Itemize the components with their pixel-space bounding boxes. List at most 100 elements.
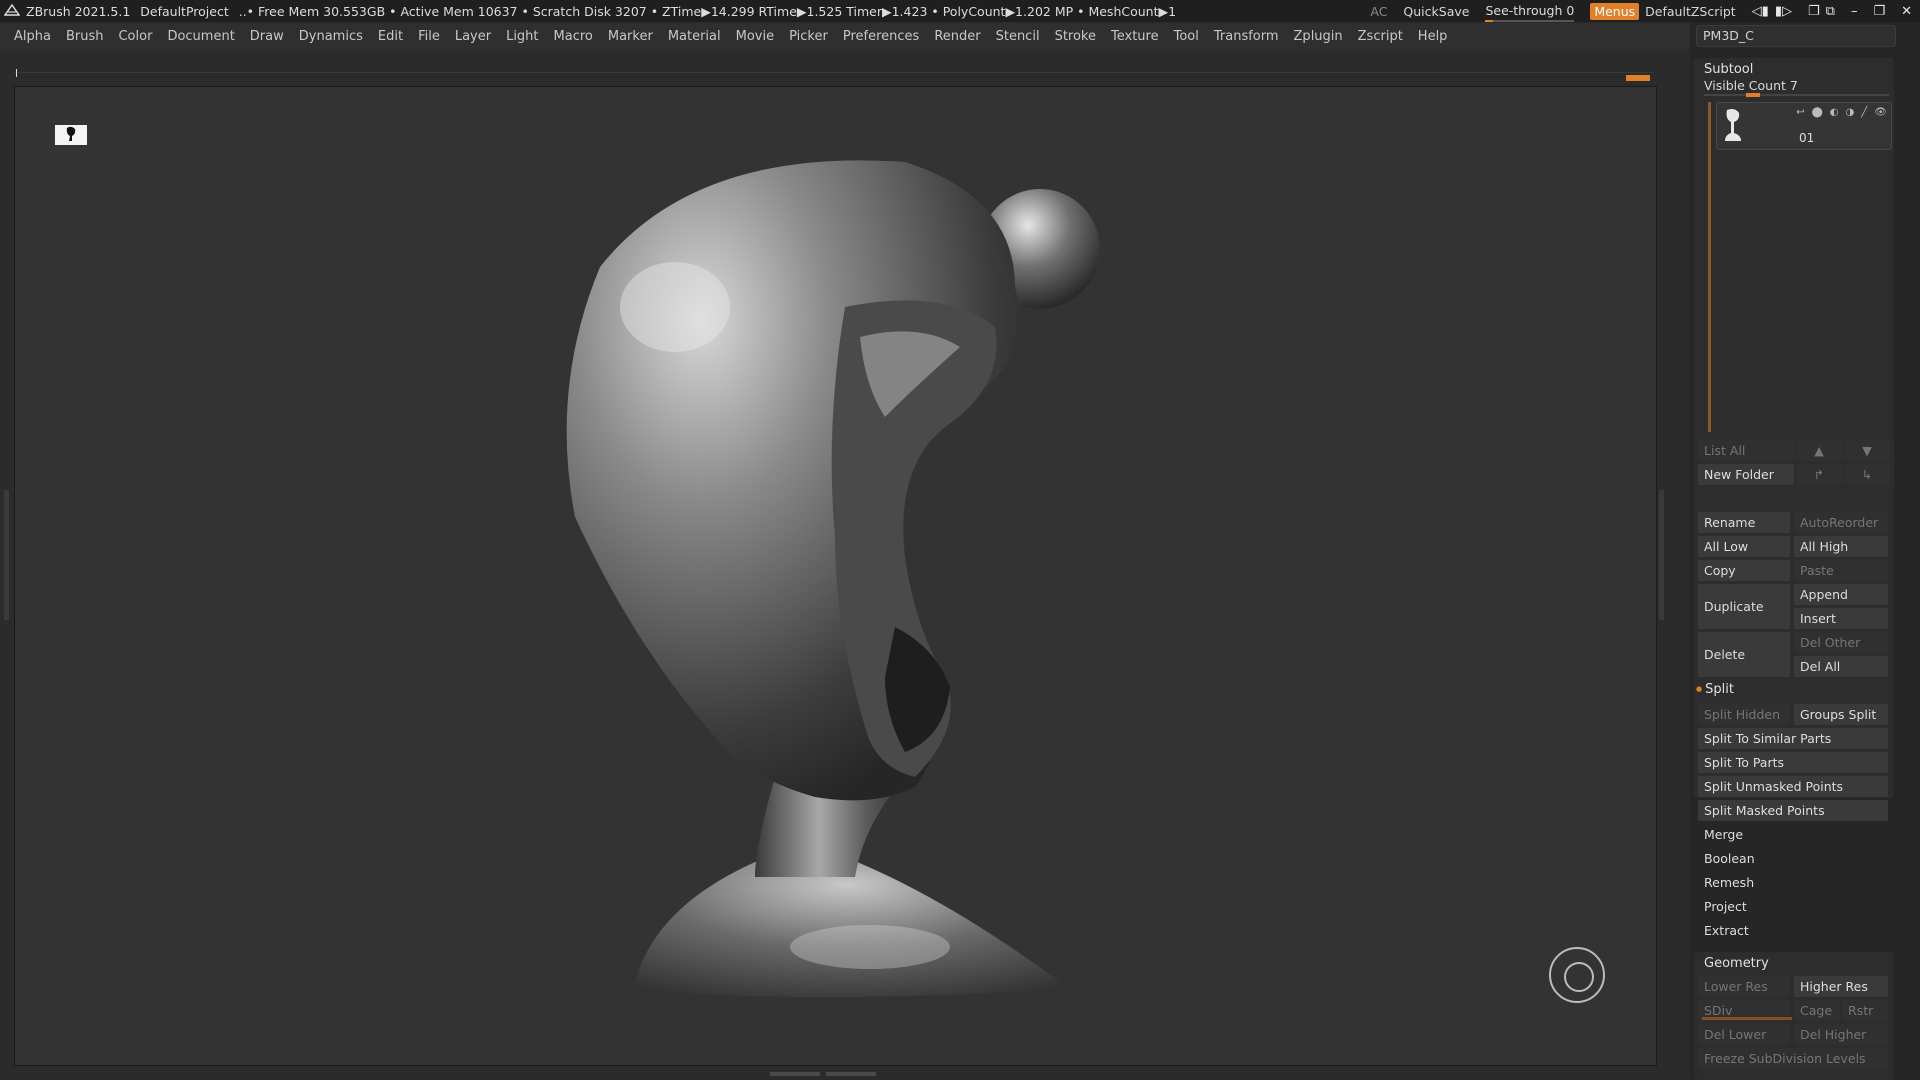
subtool-arrow-icon[interactable]: ↩ (1796, 107, 1804, 118)
menu-dynamics[interactable]: Dynamics (299, 29, 363, 44)
menus-toggle[interactable]: Menus (1590, 2, 1640, 20)
folder-in-icon[interactable]: ↱ (1796, 464, 1842, 485)
split-unmasked-button[interactable]: Split Unmasked Points (1698, 776, 1888, 797)
eye-icon[interactable]: 👁 (1874, 107, 1887, 118)
menu-edit[interactable]: Edit (378, 29, 403, 44)
menu-tool[interactable]: Tool (1174, 29, 1199, 44)
merge-header[interactable]: Merge (1698, 824, 1888, 845)
menu-render[interactable]: Render (934, 29, 980, 44)
panels-icon[interactable]: ⧉ (1826, 4, 1835, 19)
menu-preferences[interactable]: Preferences (843, 29, 919, 44)
del-lower-button[interactable]: Del Lower (1698, 1024, 1790, 1045)
menu-light[interactable]: Light (506, 29, 538, 44)
duplicate-button[interactable]: Duplicate (1698, 584, 1790, 629)
insert-button[interactable]: Insert (1794, 608, 1888, 629)
groups-split-button[interactable]: Groups Split (1794, 704, 1888, 725)
split-similar-parts-button[interactable]: Split To Similar Parts (1698, 728, 1888, 749)
ac-toggle[interactable]: AC (1370, 4, 1387, 19)
rstr-button[interactable]: Rstr (1842, 1000, 1888, 1021)
default-zscript[interactable]: DefaultZScript (1645, 4, 1736, 19)
menu-macro[interactable]: Macro (554, 29, 593, 44)
split-hidden-button[interactable]: Split Hidden (1698, 704, 1790, 725)
remesh-header[interactable]: Remesh (1698, 872, 1888, 893)
sdiv-slider-fill (1702, 1017, 1792, 1020)
menu-draw[interactable]: Draw (250, 29, 284, 44)
split-header[interactable]: Split (1696, 682, 1734, 697)
project-header[interactable]: Project (1698, 896, 1888, 917)
timeline-track[interactable] (14, 69, 1654, 82)
restore-panels-icon[interactable]: ❐ (1808, 4, 1820, 19)
timeline-orange-marker[interactable] (1626, 75, 1650, 81)
split-to-parts-button[interactable]: Split To Parts (1698, 752, 1888, 773)
menu-alpha[interactable]: Alpha (14, 29, 51, 44)
visible-count-slider[interactable] (1704, 93, 1889, 97)
paste-button[interactable]: Paste (1794, 560, 1888, 581)
stats-readout: ..• Free Mem 30.553GB • Active Mem 10637… (238, 3, 1177, 19)
menu-stroke[interactable]: Stroke (1055, 29, 1096, 44)
del-other-button[interactable]: Del Other (1794, 632, 1888, 653)
new-folder-button[interactable]: New Folder (1698, 464, 1794, 485)
menu-document[interactable]: Document (167, 29, 234, 44)
boolean-header[interactable]: Boolean (1698, 848, 1888, 869)
subtool-brush-icon[interactable]: ╱ (1861, 107, 1867, 118)
lower-res-button[interactable]: Lower Res (1698, 976, 1790, 997)
menu-help[interactable]: Help (1418, 29, 1448, 44)
right-tray-handle[interactable] (1659, 490, 1664, 620)
menu-brush[interactable]: Brush (66, 29, 104, 44)
subtool-list[interactable]: ↩ ⬤ ◐ ◑ ╱ 👁 01 (1708, 102, 1892, 450)
menu-stencil[interactable]: Stencil (996, 29, 1040, 44)
all-high-button[interactable]: All High (1794, 536, 1888, 557)
project-name[interactable]: DefaultProject (140, 4, 228, 19)
delete-button[interactable]: Delete (1698, 632, 1790, 677)
menu-color[interactable]: Color (118, 29, 152, 44)
del-higher-button[interactable]: Del Higher (1794, 1024, 1888, 1045)
timeline-marker[interactable] (16, 69, 17, 77)
menu-movie[interactable]: Movie (736, 29, 774, 44)
del-all-button[interactable]: Del All (1794, 656, 1888, 677)
freeze-subdivision-button[interactable]: Freeze SubDivision Levels (1698, 1048, 1888, 1069)
autoreorder-button[interactable]: AutoReorder (1794, 512, 1888, 533)
subtool-polypaint-icon[interactable]: ◐ (1830, 107, 1839, 118)
maximize-icon[interactable]: ❐ (1873, 4, 1885, 19)
tool-name-field[interactable]: PM3D_C (1696, 25, 1896, 47)
menu-material[interactable]: Material (668, 29, 721, 44)
higher-res-button[interactable]: Higher Res (1794, 976, 1888, 997)
geometry-header[interactable]: Geometry (1694, 952, 1894, 975)
subtool-list-scrollbar[interactable] (1708, 102, 1711, 432)
subtool-mask-icon[interactable]: ◑ (1846, 107, 1855, 118)
document-canvas[interactable] (14, 86, 1657, 1066)
minimize-icon[interactable]: – (1851, 4, 1858, 19)
sculpted-head-model[interactable] (15, 87, 1658, 1067)
all-low-button[interactable]: All Low (1698, 536, 1790, 557)
cage-button[interactable]: Cage (1794, 1000, 1840, 1021)
camera-navigation-icon[interactable] (1549, 947, 1605, 1003)
move-up-icon[interactable]: ▲ (1796, 440, 1842, 461)
menu-zplugin[interactable]: Zplugin (1294, 29, 1343, 44)
subtool-toggle-icon[interactable]: ⬤ (1812, 107, 1823, 118)
folder-out-icon[interactable]: ↳ (1844, 464, 1890, 485)
list-all-button[interactable]: List All (1698, 440, 1794, 461)
subtool-item[interactable]: ↩ ⬤ ◐ ◑ ╱ 👁 01 (1716, 102, 1892, 150)
menu-layer[interactable]: Layer (455, 29, 491, 44)
menu-picker[interactable]: Picker (789, 29, 828, 44)
move-down-icon[interactable]: ▼ (1844, 440, 1890, 461)
left-tray-handle[interactable] (4, 490, 9, 620)
quicksave-button[interactable]: QuickSave (1403, 4, 1469, 19)
append-button[interactable]: Append (1794, 584, 1888, 605)
menu-texture[interactable]: Texture (1111, 29, 1159, 44)
rename-button[interactable]: Rename (1698, 512, 1790, 533)
menu-marker[interactable]: Marker (608, 29, 653, 44)
bottom-tray-grip-right[interactable] (826, 1072, 876, 1076)
menu-transform[interactable]: Transform (1214, 29, 1279, 44)
close-icon[interactable]: ✕ (1901, 4, 1912, 19)
extract-header[interactable]: Extract (1698, 920, 1888, 941)
menu-file[interactable]: File (418, 29, 440, 44)
layout-right-icon[interactable]: ▮▷ (1775, 4, 1792, 19)
layout-left-icon[interactable]: ◁▮ (1752, 4, 1769, 19)
split-masked-button[interactable]: Split Masked Points (1698, 800, 1888, 821)
bottom-tray-handle[interactable] (770, 1070, 900, 1078)
menu-zscript[interactable]: Zscript (1358, 29, 1403, 44)
copy-button[interactable]: Copy (1698, 560, 1790, 581)
bottom-tray-grip-left[interactable] (770, 1072, 820, 1076)
see-through-slider[interactable]: See-through 0 (1485, 3, 1575, 22)
